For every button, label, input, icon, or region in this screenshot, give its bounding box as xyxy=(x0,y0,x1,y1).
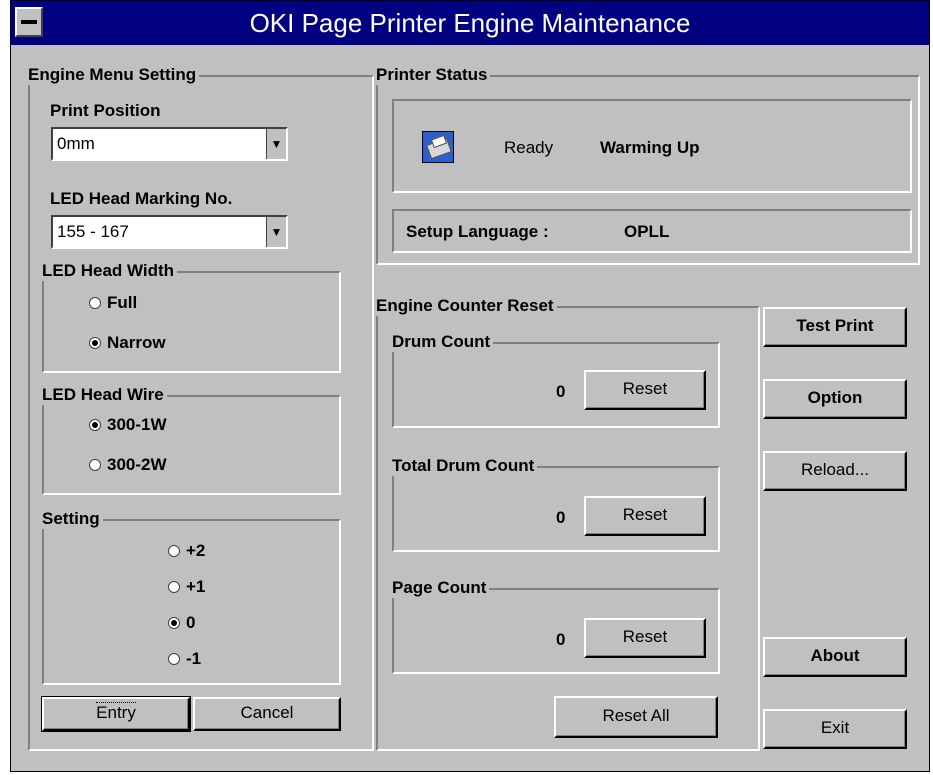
page-count-title: Page Count xyxy=(392,578,490,598)
radio-300-1w[interactable]: 300-1W xyxy=(89,415,167,435)
print-position-label: Print Position xyxy=(50,101,161,120)
radio-circle-icon xyxy=(89,419,101,431)
reload-label: Reload... xyxy=(800,460,870,479)
setup-language-value: OPLL xyxy=(624,222,670,241)
title-bar: OKI Page Printer Engine Maintenance xyxy=(11,1,929,45)
total-drum-reset-button[interactable]: Reset xyxy=(584,496,706,536)
status-warming-up: Warming Up xyxy=(600,138,700,157)
setup-language-label: Setup Language : xyxy=(406,222,549,241)
page-reset-button[interactable]: Reset xyxy=(584,618,706,658)
led-head-width-title: LED Head Width xyxy=(42,261,178,281)
radio-label: 300-1W xyxy=(107,415,167,434)
led-head-wire-group: LED Head Wire 300-1W 300-2W xyxy=(42,385,341,495)
cancel-label: Cancel xyxy=(240,703,294,722)
engine-menu-title: Engine Menu Setting xyxy=(28,65,200,85)
reset-all-button[interactable]: Reset All xyxy=(554,696,718,738)
reset-all-label: Reset All xyxy=(602,706,670,725)
led-head-marking-label: LED Head Marking No. xyxy=(50,189,233,208)
status-panel: Ready Warming Up xyxy=(392,99,912,193)
reset-label: Reset xyxy=(622,505,668,524)
system-menu-button[interactable] xyxy=(15,7,43,37)
radio-zero[interactable]: 0 xyxy=(168,613,195,633)
radio-label: Narrow xyxy=(107,333,166,352)
radio-label: 300-2W xyxy=(107,455,167,474)
status-ready: Ready xyxy=(504,138,554,157)
reload-button[interactable]: Reload... xyxy=(763,451,907,491)
radio-circle-icon xyxy=(168,581,180,593)
led-head-marking-dropdown[interactable]: 155 - 167 ▼ xyxy=(51,215,288,249)
setting-group: Setting +2 +1 0 -1 xyxy=(42,509,341,685)
printer-icon xyxy=(422,131,454,163)
led-head-marking-value: 155 - 167 xyxy=(57,222,129,241)
drum-count-group: Drum Count 0 Reset xyxy=(392,332,720,428)
radio-circle-icon xyxy=(168,653,180,665)
print-position-value: 0mm xyxy=(57,134,95,153)
exit-label: Exit xyxy=(820,718,850,737)
page-count-value: 0 xyxy=(556,630,566,649)
about-button[interactable]: About xyxy=(763,637,907,677)
reset-label: Reset xyxy=(622,379,668,398)
printer-status-title: Printer Status xyxy=(376,65,491,85)
reset-label: Reset xyxy=(622,627,668,646)
dropdown-arrow-icon[interactable]: ▼ xyxy=(266,217,286,247)
print-position-dropdown[interactable]: 0mm ▼ xyxy=(51,127,288,161)
radio-circle-icon xyxy=(89,297,101,309)
total-drum-count-value: 0 xyxy=(556,508,566,527)
led-head-width-group: LED Head Width Full Narrow xyxy=(42,261,341,373)
setup-language-panel: Setup Language : OPLL xyxy=(392,209,912,253)
drum-count-value: 0 xyxy=(556,382,566,401)
window-title: OKI Page Printer Engine Maintenance xyxy=(249,8,691,38)
radio-narrow[interactable]: Narrow xyxy=(89,333,166,353)
radio-label: Full xyxy=(107,293,138,312)
radio-plus-2[interactable]: +2 xyxy=(168,541,205,561)
option-button[interactable]: Option xyxy=(763,379,907,419)
page-count-group: Page Count 0 Reset xyxy=(392,578,720,674)
total-drum-count-title: Total Drum Count xyxy=(392,456,538,476)
radio-minus-1[interactable]: -1 xyxy=(168,649,201,669)
printer-status-group: Printer Status Ready Warming Up Setup La… xyxy=(376,65,920,265)
engine-menu-group: Engine Menu Setting Print Position 0mm ▼… xyxy=(28,65,374,751)
dropdown-arrow-icon[interactable]: ▼ xyxy=(266,129,286,159)
test-print-button[interactable]: Test Print xyxy=(763,307,907,347)
radio-circle-icon xyxy=(89,337,101,349)
drum-count-title: Drum Count xyxy=(392,332,494,352)
entry-label: Entry xyxy=(96,702,136,722)
radio-label: +2 xyxy=(186,541,206,560)
test-print-label: Test Print xyxy=(796,316,874,335)
option-label: Option xyxy=(807,388,863,407)
radio-circle-icon xyxy=(89,459,101,471)
radio-label: +1 xyxy=(186,577,206,596)
radio-label: 0 xyxy=(186,613,196,632)
total-drum-count-group: Total Drum Count 0 Reset xyxy=(392,456,720,552)
exit-button[interactable]: Exit xyxy=(763,709,907,749)
cancel-button[interactable]: Cancel xyxy=(193,697,341,731)
radio-circle-icon xyxy=(168,545,180,557)
about-label: About xyxy=(810,646,860,665)
drum-reset-button[interactable]: Reset xyxy=(584,370,706,410)
engine-counter-reset-group: Engine Counter Reset Drum Count 0 Reset … xyxy=(376,296,760,751)
led-head-wire-title: LED Head Wire xyxy=(42,385,167,405)
engine-counter-reset-title: Engine Counter Reset xyxy=(376,296,557,316)
radio-label: -1 xyxy=(186,649,202,668)
radio-full[interactable]: Full xyxy=(89,293,137,313)
maintenance-window: OKI Page Printer Engine Maintenance Engi… xyxy=(10,0,930,772)
radio-300-2w[interactable]: 300-2W xyxy=(89,455,167,475)
entry-button[interactable]: Entry xyxy=(41,696,191,732)
setting-title: Setting xyxy=(42,509,103,529)
radio-plus-1[interactable]: +1 xyxy=(168,577,205,597)
radio-circle-icon xyxy=(168,617,180,629)
